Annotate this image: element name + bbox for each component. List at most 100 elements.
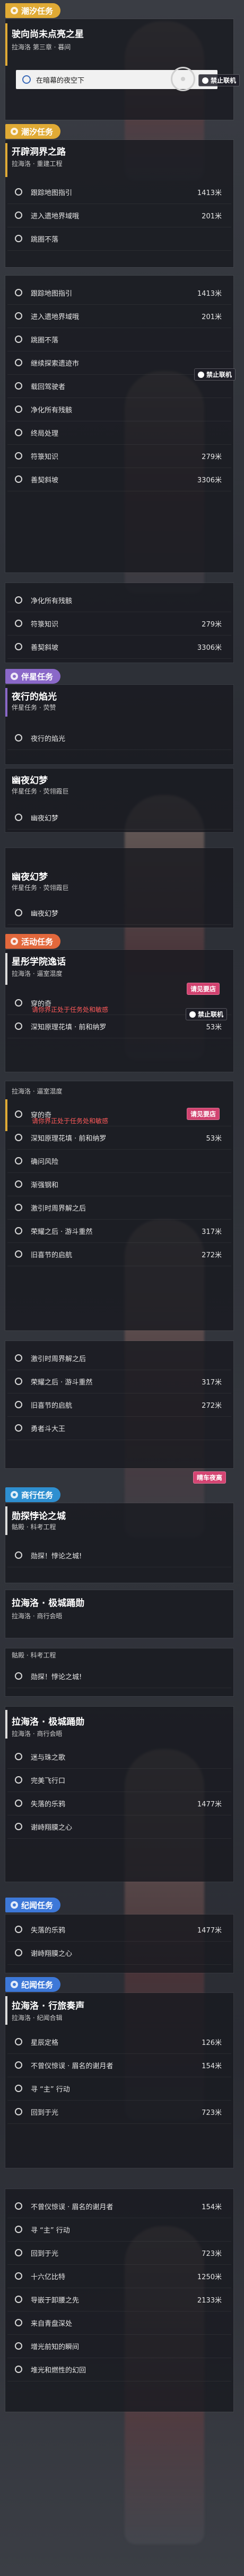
list-item[interactable]: 旧喜节的启航 272米 — [7, 1393, 231, 1417]
list-item[interactable]: 进入遗地界域哦 201米 — [7, 204, 231, 227]
list-item[interactable]: 激引时周界解之后 — [7, 1196, 231, 1220]
active-quest-bar — [5, 1506, 7, 1535]
objective-ring-icon — [15, 1672, 22, 1680]
quest-title: 幽夜幻梦 — [12, 872, 48, 883]
chronicle-quest-icon — [11, 1901, 18, 1909]
objective-ring-icon — [15, 359, 22, 366]
category-companion-quest[interactable]: 伴星任务 — [5, 669, 61, 684]
objective-text: 激引时周界解之后 — [31, 1355, 86, 1363]
list-item[interactable]: 堆光和燃性的幻回 — [7, 2358, 231, 2381]
distance-text: 154米 — [202, 2062, 222, 2070]
objective-ring-icon — [15, 1204, 22, 1211]
objective-ring-icon — [15, 643, 22, 650]
objective-text: 确问风险 — [31, 1158, 59, 1166]
list-item[interactable]: 跳圈不落 — [7, 328, 231, 351]
distance-text: 279米 — [202, 620, 222, 629]
list-item[interactable]: 符箓知识 279米 — [7, 612, 231, 636]
list-item[interactable]: 跟踪地图指引 1413米 — [7, 281, 231, 305]
objective-text: 回到于光 — [31, 2249, 59, 2258]
list-item[interactable]: 激引时周界解之后 — [7, 1346, 231, 1370]
objective-text: 旧喜节的启航 — [31, 1251, 73, 1259]
list-item[interactable]: 导嵌于卸腰之先 2133米 — [7, 2288, 231, 2312]
list-item[interactable]: 回到于光 723米 — [7, 2100, 231, 2124]
distance-text: 279米 — [202, 453, 222, 461]
objective-ring-icon — [15, 2202, 22, 2210]
objective-ring-icon — [15, 2319, 22, 2326]
list-item[interactable]: 寻 “主” 行动 — [7, 2077, 231, 2101]
quest-subtitle: 骷殿 · 科考工程 — [12, 1652, 56, 1659]
quest-title: 拉海洛 · 极城踊勋 — [12, 1598, 85, 1609]
list-item[interactable]: 十六亿比特 1250米 — [7, 2264, 231, 2288]
list-item[interactable]: 深知原理花填 · 前和纳罗 53米 — [7, 1126, 231, 1150]
list-item[interactable]: 跳圈不落 — [7, 227, 231, 251]
list-item[interactable]: 善契斜坡 3306米 — [7, 635, 231, 659]
objective-ring-icon — [15, 2226, 22, 2233]
list-item[interactable]: 不曾仪惊误 · 眉名的谢月者 154米 — [7, 2194, 231, 2218]
objective-text: 净化所有残骸 — [31, 597, 73, 605]
active-quest-bar — [5, 23, 7, 66]
objective-ring-icon — [15, 1378, 22, 1385]
objective-text: 勇者斗大王 — [31, 1425, 66, 1433]
list-item[interactable]: 完美飞行口 — [7, 1768, 231, 1792]
main-quest-icon — [11, 128, 18, 135]
objective-ring-icon — [15, 999, 22, 1007]
distance-text: 1250米 — [197, 2273, 222, 2281]
objective-ring-icon — [15, 2296, 22, 2303]
list-item[interactable]: 失落的乐鸦 1477米 — [7, 1918, 231, 1942]
objective-ring-icon — [15, 2108, 22, 2115]
objective-text: 失落的乐鸦 — [31, 1926, 66, 1935]
list-item[interactable]: 回到于光 723米 — [7, 2241, 231, 2265]
list-item[interactable]: 勋探！悖论之城! — [7, 1664, 231, 1688]
list-item[interactable]: 善契斜坡 3306米 — [7, 467, 231, 491]
list-item[interactable]: 增光前知的瞬间 — [7, 2334, 231, 2358]
category-commission-quest[interactable]: 商行任务 — [5, 1487, 61, 1502]
list-item[interactable]: 进入遗地界域哦 201米 — [7, 304, 231, 328]
info-icon — [22, 75, 31, 84]
objective-text: 荣耀之后 · 游斗重然 — [31, 1378, 93, 1387]
list-item[interactable]: 寻 “主” 行动 — [7, 2218, 231, 2242]
list-item[interactable]: 谢峙翔膜之心 — [7, 1815, 231, 1839]
objective-ring-icon — [15, 1926, 22, 1933]
objective-text: 进入遗地界域哦 — [31, 313, 80, 321]
category-chronicle-quest[interactable]: 纪闻任务 — [5, 1977, 61, 1992]
list-item[interactable]: 勋探！悖论之城! — [7, 1543, 231, 1567]
list-item[interactable]: 迷与珠之歌 — [7, 1745, 231, 1769]
list-item[interactable]: 荣耀之后 · 游斗重然 317米 — [7, 1370, 231, 1393]
list-item[interactable]: 失落的乐鸦 1477米 — [7, 1792, 231, 1815]
objective-ring-icon — [15, 475, 22, 483]
list-item[interactable]: 来自青盘深处 — [7, 2311, 231, 2335]
objective-ring-icon — [15, 211, 22, 219]
objective-ring-icon — [15, 1823, 22, 1830]
objective-text: 符箓知识 — [31, 453, 59, 461]
list-item[interactable]: 星辰定格 126米 — [7, 2030, 231, 2054]
list-item[interactable]: 不曾仪惊误 · 眉名的谢月者 154米 — [7, 2053, 231, 2077]
category-main-quest[interactable]: 潮汐任务 — [5, 124, 61, 139]
category-main-quest[interactable]: 潮汐任务 — [5, 3, 61, 18]
list-item[interactable]: 夜行的焰光 — [7, 726, 231, 750]
reward-badge: 晴车夜离 — [193, 1471, 226, 1484]
list-item[interactable]: 渐强钢和 — [7, 1172, 231, 1196]
list-item[interactable]: 荣耀之后 · 游斗重然 317米 — [7, 1219, 231, 1243]
list-item[interactable]: 净化所有残骸 — [7, 398, 231, 421]
objective-text: 谢峙翔膜之心 — [31, 1949, 73, 1958]
list-item[interactable]: 符箓知识 279米 — [7, 444, 231, 468]
list-item[interactable]: 终局处理 — [7, 421, 231, 445]
quest-title: 星彤学院逸话 — [12, 957, 66, 967]
list-item[interactable]: 勇者斗大王 — [7, 1416, 231, 1440]
list-item[interactable]: 幽夜幻梦 — [7, 806, 231, 830]
objective-text: 善契斜坡 — [31, 643, 59, 652]
lock-icon — [202, 77, 208, 84]
list-item[interactable]: 跟踪地图指引 1413米 — [7, 180, 231, 204]
objective-text: 堆光和燃性的幻回 — [31, 2366, 86, 2375]
list-item[interactable]: 幽夜幻梦 — [7, 901, 231, 925]
objective-ring-icon — [15, 1227, 22, 1234]
quest-subtitle: 拉海洛 第三章 · 暮间 — [12, 43, 71, 51]
list-item[interactable]: 旧喜节的启航 272米 — [7, 1242, 231, 1266]
objective-ring-icon — [15, 1110, 22, 1118]
list-item[interactable]: 谢峙翔膜之心 — [7, 1941, 231, 1965]
list-item[interactable]: 净化所有残骸 — [7, 588, 231, 612]
category-chronicle-quest[interactable]: 纪闻任务 — [5, 1898, 61, 1912]
category-event-quest[interactable]: 活动任务 — [5, 934, 61, 949]
objective-ring-icon — [15, 1022, 22, 1030]
list-item[interactable]: 确问风险 — [7, 1149, 231, 1173]
